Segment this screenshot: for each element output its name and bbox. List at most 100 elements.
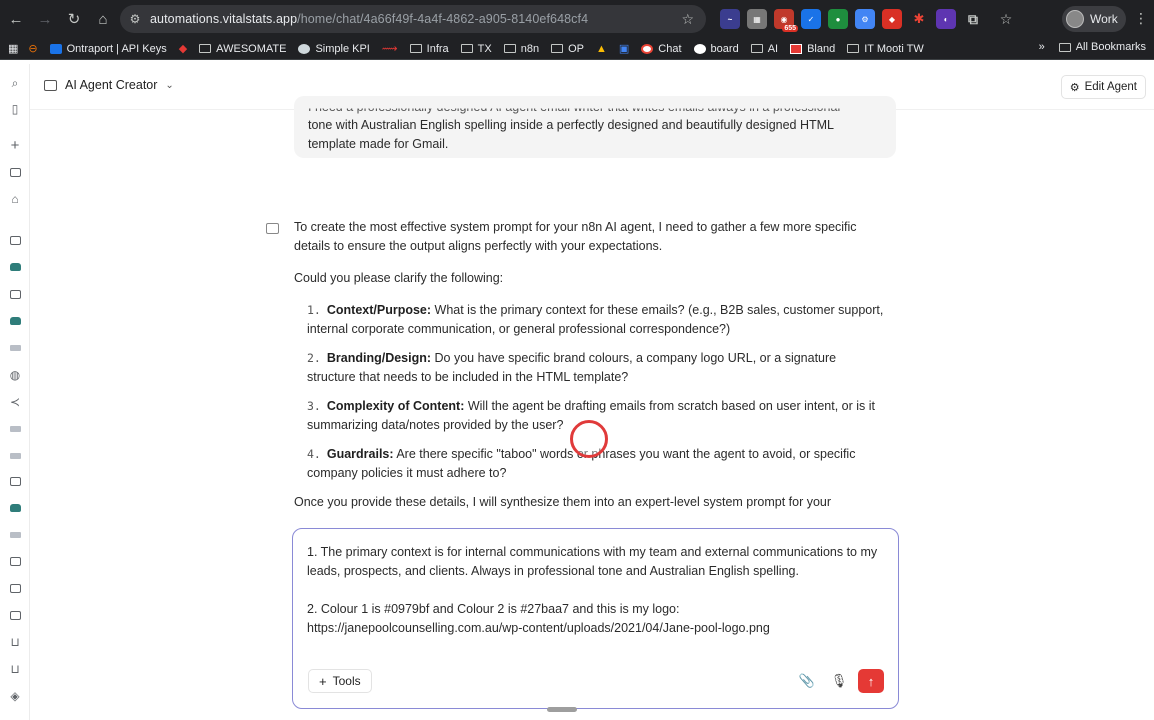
home-icon[interactable]: ⌂ <box>90 6 116 32</box>
extension-badge: 655 <box>782 25 798 32</box>
agent-icon[interactable]: ⌂ <box>8 192 22 206</box>
chat-bubble-icon <box>44 79 57 91</box>
agent-selector[interactable]: AI Agent Creator ⌄ <box>44 78 174 92</box>
edit-agent-button[interactable]: ⚙ Edit Agent <box>1060 75 1146 99</box>
bookmark-tx[interactable]: TX <box>460 43 492 55</box>
bookmark-icon[interactable]: ⊖ <box>28 42 37 55</box>
bookmark-awesomate[interactable]: AWESOMATE <box>199 43 286 55</box>
message-composer[interactable]: 1. The primary context is for internal c… <box>292 528 899 709</box>
profile-label: Work <box>1090 12 1118 26</box>
chat-icon[interactable] <box>8 233 22 247</box>
reading-list-icon[interactable]: ☆ <box>996 9 1016 29</box>
extension-icon[interactable]: ⚙ <box>855 9 875 29</box>
bookmark-simple-kpi[interactable]: Simple KPI <box>298 43 370 55</box>
browser-toolbar: ← → ↻ ⌂ ⚙ automations.vitalstats.app/hom… <box>0 0 1154 38</box>
url-path: /home/chat/4a66f49f-4a4f-4862-a905-8140e… <box>297 12 589 26</box>
list-item: 2. Branding/Design: Do you have specific … <box>307 351 837 384</box>
inbox-icon[interactable]: ⊔ <box>8 662 22 676</box>
forward-icon[interactable]: → <box>32 6 58 32</box>
click-indicator <box>570 420 608 458</box>
extension-icon[interactable]: ● <box>828 9 848 29</box>
agent-name: AI Agent Creator <box>65 78 158 92</box>
app-window: ⌕ ▯ + ⌂ ◍ ≺ ⊔ ⊔ ◈ AI Agent Creator ⌄ ⚙ E… <box>0 64 1154 720</box>
avatar <box>1066 10 1084 28</box>
arrow-up-icon: ↑ <box>867 673 875 689</box>
bookmark-infra[interactable]: Infra <box>409 43 449 55</box>
microphone-icon[interactable]: 🎙 <box>830 672 848 690</box>
message-input[interactable]: 1. The primary context is for internal c… <box>307 543 882 638</box>
bot-icon[interactable] <box>8 260 22 274</box>
google-drive-icon[interactable]: ▲ <box>596 43 607 55</box>
chevron-down-icon: ⌄ <box>165 79 174 91</box>
assistant-chat-icon <box>266 223 279 234</box>
profile-button[interactable]: Work <box>1062 6 1126 32</box>
new-chat-icon[interactable]: + <box>8 137 22 154</box>
chat-icon[interactable] <box>8 474 22 488</box>
paperclip-icon[interactable]: 📎 <box>798 672 816 690</box>
block-icon[interactable] <box>8 528 22 542</box>
extension-icon[interactable]: ✓ <box>801 9 821 29</box>
extension-icon[interactable]: ◆ <box>882 9 902 29</box>
bookmark-bland[interactable]: Bland <box>790 43 835 55</box>
apps-grid-icon[interactable]: ▦ <box>8 42 18 55</box>
address-bar[interactable]: ⚙ automations.vitalstats.app/home/chat/4… <box>120 5 706 33</box>
all-bookmarks[interactable]: All Bookmarks <box>1058 41 1146 53</box>
edit-agent-label: Edit Agent <box>1084 81 1137 93</box>
extension-icon[interactable]: ▦ <box>747 9 767 29</box>
bookmark-icon[interactable]: ◆ <box>179 42 187 55</box>
chat-icon[interactable] <box>8 581 22 595</box>
bookmark-board[interactable]: board <box>693 43 739 55</box>
bot-icon[interactable] <box>8 314 22 328</box>
reload-icon[interactable]: ↻ <box>61 6 87 32</box>
url-host: automations.vitalstats.app <box>150 12 298 26</box>
sidebar-toggle-icon[interactable]: ▯ <box>8 102 22 116</box>
tools-label: Tools <box>332 674 361 688</box>
gear-icon: ⚙ <box>1069 81 1080 94</box>
chat-icon[interactable] <box>8 554 22 568</box>
left-rail: ⌕ ▯ + ⌂ ◍ ≺ ⊔ ⊔ ◈ <box>0 64 30 720</box>
extension-icon[interactable]: ◐ <box>936 9 956 29</box>
chat-icon[interactable] <box>8 287 22 301</box>
share-icon[interactable]: ≺ <box>8 395 22 409</box>
list-item: 1. Context/Purpose: What is the primary c… <box>307 303 884 336</box>
extension-icon[interactable]: ◉ 655 <box>774 9 798 32</box>
send-button[interactable]: ↑ <box>858 669 884 693</box>
back-icon[interactable]: ← <box>3 6 29 32</box>
extension-icon[interactable]: ~ <box>720 9 740 29</box>
user-message-cut-line: I need a professionally designed AI agen… <box>308 100 841 114</box>
bookmark-ai[interactable]: AI <box>750 43 778 55</box>
assistant-outro: Once you provide these details, I will s… <box>294 495 832 509</box>
bookmarks-overflow[interactable]: » <box>1039 41 1045 53</box>
bookmark-ontraport[interactable]: Ontraport | API Keys <box>49 43 167 55</box>
bookmark-icon[interactable]: ⟿ <box>382 42 398 55</box>
tools-button[interactable]: + Tools <box>308 669 372 693</box>
extensions-puzzle-icon[interactable]: ⧉ <box>963 9 983 29</box>
bookmark-op[interactable]: OP <box>551 43 584 55</box>
bookmarks-bar: ▦ ⊖ Ontraport | API Keys ◆ AWESOMATE Sim… <box>0 38 1154 60</box>
bookmark-chat[interactable]: Chat <box>641 43 682 55</box>
user-message-text: tone with Australian English spelling in… <box>308 118 834 151</box>
bookmark-n8n[interactable]: n8n <box>503 43 539 55</box>
extensions-bar: ~ ▦ ◉ 655 ✓ ● ⚙ ◆ ✱ ◐ ⧉ ☆ <box>720 9 1016 32</box>
bookmark-it-mooti-tw[interactable]: IT Mooti TW <box>847 43 924 55</box>
inbox-icon[interactable]: ⊔ <box>8 635 22 649</box>
search-icon[interactable]: ⌕ <box>8 76 22 90</box>
assistant-ask: Could you please clarify the following: <box>294 271 504 285</box>
block-icon[interactable] <box>8 422 22 436</box>
bookmark-icon[interactable]: ▣ <box>619 42 629 55</box>
chat-icon[interactable] <box>8 165 22 179</box>
assistant-intro: To create the most effective system prom… <box>294 220 857 253</box>
bookmark-star-icon[interactable]: ☆ <box>681 11 694 28</box>
chat-icon[interactable] <box>8 608 22 622</box>
palette-icon[interactable]: ◍ <box>8 368 22 382</box>
user-message: I need a professionally designed AI agen… <box>294 96 896 158</box>
site-settings-icon[interactable]: ⚙ <box>120 12 150 26</box>
scroll-handle[interactable] <box>547 707 577 712</box>
bot-icon[interactable] <box>8 501 22 515</box>
browser-menu-icon[interactable]: ⋮ <box>1134 10 1148 27</box>
diamond-icon[interactable]: ◈ <box>8 689 22 703</box>
block-icon[interactable] <box>8 449 22 463</box>
block-icon[interactable] <box>8 341 22 355</box>
extension-icon[interactable]: ✱ <box>909 9 929 29</box>
plus-icon: + <box>319 673 327 689</box>
